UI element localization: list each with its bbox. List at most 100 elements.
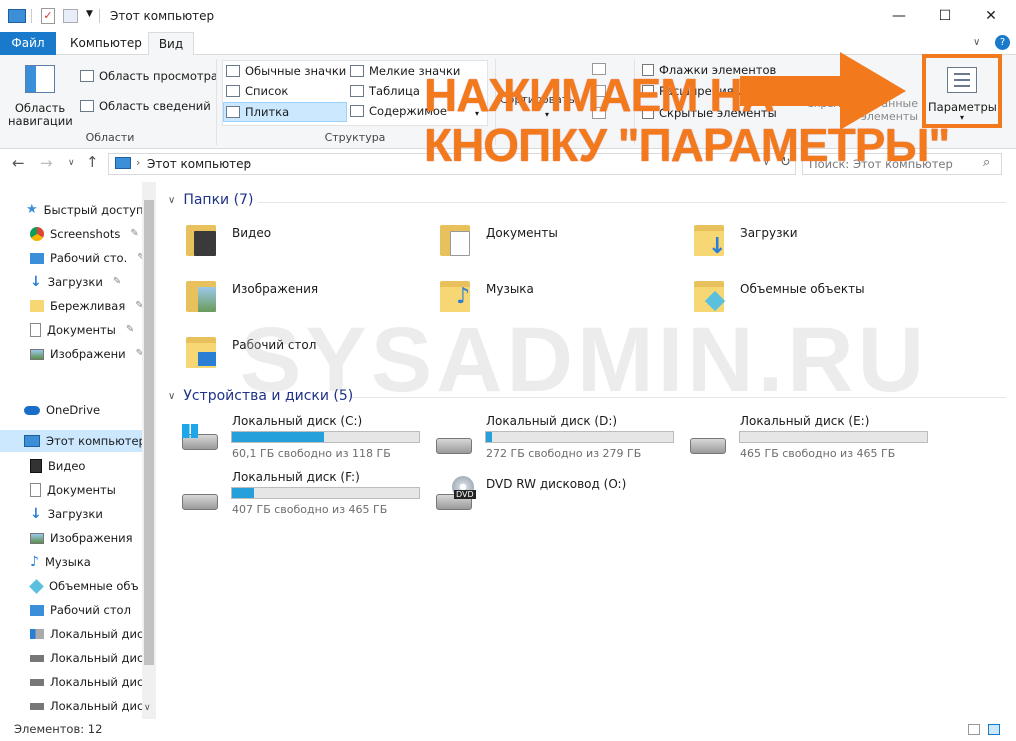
preview-pane-button[interactable]: Область просмотра [80, 69, 218, 83]
nav-pc-item-music[interactable]: ♪ Музыка [30, 551, 91, 573]
large-icons-option[interactable]: Обычные значки [226, 64, 346, 78]
table-option[interactable]: Таблица [350, 84, 420, 98]
tab-view[interactable]: Вид [148, 32, 194, 56]
list-option[interactable]: Список [226, 84, 288, 98]
dvd-drive-label[interactable]: DVD RW дисковод (O:) [486, 477, 626, 491]
tiles-view-icon[interactable] [988, 724, 1000, 735]
ribbon-collapse-icon[interactable]: ∨ [973, 37, 980, 48]
folder-music-label[interactable]: Музыка [486, 282, 534, 296]
forward-arrow-icon[interactable]: → [40, 154, 53, 172]
folder-desktop-icon[interactable] [186, 334, 216, 368]
nav-pc-item-3d-objects[interactable]: Объемные объ [29, 575, 139, 597]
tile-option[interactable]: Плитка [223, 102, 347, 122]
disk-icon[interactable] [434, 430, 474, 456]
disk-icon[interactable] [688, 430, 728, 456]
nav-item-label: Загрузки [47, 275, 103, 289]
nav-pc-item-videos[interactable]: Видео [30, 455, 85, 477]
disk-e-label[interactable]: Локальный диск (E:) [740, 414, 869, 428]
search-icon[interactable]: ⌕ [983, 155, 990, 170]
folder-documents-icon[interactable] [440, 222, 470, 256]
picture-icon [30, 348, 44, 360]
disk-f-label[interactable]: Локальный диск (F:) [232, 470, 360, 484]
scroll-down-icon[interactable]: ∨ [144, 703, 151, 713]
nav-pc-item-disk-c[interactable]: Локальный дис [30, 623, 143, 645]
details-view-icon[interactable] [968, 724, 980, 735]
pin-icon[interactable]: ✎ [113, 271, 121, 293]
folder-pictures-icon[interactable] [186, 278, 216, 312]
details-pane-button[interactable]: Область сведений [80, 99, 211, 113]
status-item-count: Элементов: 12 [14, 722, 103, 736]
disk-d-free-text: 272 ГБ свободно из 279 ГБ [486, 447, 642, 460]
tab-file[interactable]: Файл [0, 32, 56, 55]
folder-videos-label[interactable]: Видео [232, 226, 271, 240]
tab-computer[interactable]: Компьютер [60, 32, 152, 55]
disk-c-label[interactable]: Локальный диск (C:) [232, 414, 362, 428]
nav-pc-item-documents[interactable]: Документы [30, 479, 116, 501]
tile-label: Плитка [245, 105, 290, 119]
folder-music-icon[interactable]: ♪ [440, 278, 470, 312]
nav-pc-item-pictures[interactable]: Изображения [30, 527, 133, 549]
maximize-button[interactable]: ☐ [922, 0, 968, 32]
folders-section-header[interactable]: ∨ Папки (7) [168, 192, 253, 208]
qa-dropdown-icon[interactable]: ▼ [86, 9, 93, 19]
folder-3d-objects-label[interactable]: Объемные объекты [740, 282, 865, 296]
up-arrow-icon[interactable]: ↑ [86, 153, 99, 171]
pin-icon[interactable]: ✎ [126, 319, 134, 341]
nav-pc-item-disk-f[interactable]: Локальный дис [30, 695, 143, 717]
nav-item-label: Объемные объ [49, 579, 139, 593]
breadcrumb-chevron-icon[interactable]: › [136, 156, 140, 169]
minimize-button[interactable]: — [876, 0, 922, 32]
nav-item-documents[interactable]: Документы ✎ [30, 319, 134, 341]
nav-quick-access[interactable]: ★ Быстрый доступ [26, 199, 144, 221]
folders-header-label: Папки (7) [183, 192, 254, 208]
disk-e-free-text: 465 ГБ свободно из 465 ГБ [740, 447, 896, 460]
nav-pc-item-desktop[interactable]: Рабочий стол [30, 599, 131, 621]
nav-item-folder[interactable]: Бережливая ✎ [30, 295, 144, 317]
new-folder-icon[interactable] [63, 9, 78, 23]
recent-dropdown-icon[interactable]: ∨ [68, 158, 75, 168]
folder-downloads-icon[interactable]: ↓ [694, 222, 726, 259]
video-icon [30, 459, 42, 473]
breadcrumb-this-pc[interactable]: Этот компьютер [147, 157, 251, 171]
folder-pictures-label[interactable]: Изображения [232, 282, 318, 296]
help-icon[interactable]: ? [995, 35, 1010, 50]
nav-pc-item-disk-d[interactable]: Локальный дис [30, 647, 143, 669]
preview-pane-label: Область просмотра [99, 69, 218, 83]
devices-section-header[interactable]: ∨ Устройства и диски (5) [168, 388, 353, 404]
nav-item-label: Документы [47, 483, 116, 497]
computer-icon[interactable] [8, 9, 26, 23]
disk-icon [30, 702, 44, 710]
nav-scrollbar-thumb[interactable] [144, 200, 154, 665]
folder-documents-label[interactable]: Документы [486, 226, 558, 240]
windows-disk-icon[interactable] [180, 424, 220, 452]
dvd-drive-icon[interactable]: DVD [434, 476, 476, 512]
pin-icon[interactable]: ✎ [130, 223, 138, 245]
disk-icon[interactable] [180, 486, 220, 512]
nav-pc-item-disk-e[interactable]: Локальный дис [30, 671, 143, 693]
nav-onedrive-label: OneDrive [46, 403, 101, 417]
nav-item-desktop[interactable]: Рабочий сто.✎ [30, 247, 146, 269]
content-icon [350, 105, 364, 117]
disk-d-label[interactable]: Локальный диск (D:) [486, 414, 617, 428]
nav-onedrive[interactable]: OneDrive [24, 399, 100, 421]
nav-this-pc[interactable]: Этот компьютер [24, 430, 146, 452]
nav-item-pictures[interactable]: Изображени ✎ [30, 343, 144, 365]
small-icons-icon [350, 65, 364, 77]
folder-videos-icon[interactable] [186, 222, 216, 256]
nav-item-screenshots[interactable]: Screenshots ✎ [30, 223, 139, 245]
document-icon [30, 483, 41, 497]
properties-icon[interactable]: ✓ [41, 8, 55, 24]
parameters-button[interactable]: Параметры ▾ [928, 59, 997, 123]
breadcrumb-chevron-icon[interactable]: › [245, 156, 249, 169]
nav-item-downloads[interactable]: ↓ Загрузки ✎ [30, 271, 121, 293]
folder-downloads-label[interactable]: Загрузки [740, 226, 798, 240]
folder-3d-objects-icon[interactable] [694, 278, 726, 312]
navigation-pane-button[interactable]: Область навигации [6, 61, 74, 131]
folder-icon [30, 300, 44, 312]
nav-pc-item-downloads[interactable]: ↓ Загрузки [30, 503, 103, 525]
nav-this-pc-label: Этот компьютер [46, 434, 146, 448]
nav-item-label: Локальный дис [50, 699, 144, 713]
back-arrow-icon[interactable]: ← [12, 154, 25, 172]
title-bar: ✓ ▼ Этот компьютер — ☐ ✕ [0, 0, 1016, 32]
close-button[interactable]: ✕ [968, 0, 1014, 32]
